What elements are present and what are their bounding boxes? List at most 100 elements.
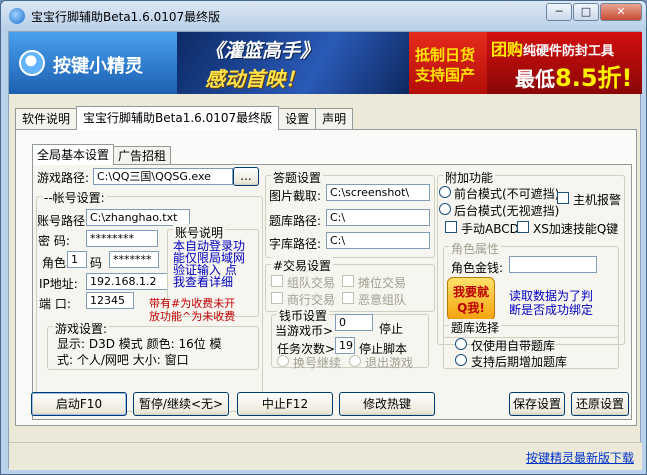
ad3-prefix: 团购 (491, 40, 524, 59)
app-window: 宝宝行脚辅助Beta1.6.0107最终版 ─ □ ✕ 按键小精灵 《灌篮高手》… (0, 0, 647, 475)
font-path-label: 字库路径: (269, 237, 322, 251)
title-bar[interactable]: 宝宝行脚辅助Beta1.6.0107最终版 ─ □ ✕ (1, 1, 646, 31)
stop-label: 停止 (379, 322, 404, 336)
stop-button[interactable]: 中止F12 (237, 392, 333, 416)
checkbox-manual-abcd[interactable] (445, 221, 457, 233)
checkbox-team-trade[interactable] (271, 275, 283, 287)
capture-label: 图片截取: (269, 189, 322, 203)
password-input[interactable]: ******** (86, 230, 158, 247)
bank-path-label: 题库路径: (269, 214, 322, 228)
radio-builtin-bank[interactable] (455, 338, 467, 350)
password-label: 密 码: (38, 234, 70, 248)
role-label: 角色 (42, 256, 67, 270)
font-path-input[interactable]: C:\ (326, 232, 430, 249)
warning-line: 带有#为收费未开 (149, 297, 236, 310)
paid-feature-warning: 带有#为收费未开 放功能^为未收费 (149, 297, 235, 323)
close-button[interactable]: ✕ (600, 3, 642, 21)
game-settings-line2: 式: 个人/网吧 大小: 窗口 (57, 353, 189, 367)
logo[interactable]: 按键小精灵 (9, 32, 177, 94)
checkbox-shop-trade[interactable] (271, 292, 283, 304)
tab-settings[interactable]: 设置 (278, 108, 317, 130)
status-bar: 按键精灵最新版下载 (9, 442, 642, 470)
front-mode-label: 前台模式(不可遮挡) (454, 187, 560, 201)
checkbox-host-alarm[interactable] (557, 192, 569, 204)
tab-ad-rental[interactable]: 广告招租 (113, 146, 172, 165)
code-label: 码 (90, 256, 103, 270)
ad3-price-line: 最低8.5折! (515, 58, 632, 93)
app-icon (9, 8, 25, 24)
ad3-line1: 团购纯硬件防封工具 (491, 36, 614, 60)
browse-button[interactable]: ... (233, 167, 259, 186)
shop-trade-label: 商行交易 (287, 293, 336, 307)
role-gold-input[interactable] (509, 256, 597, 273)
account-note-line: 我查看详细 (173, 275, 234, 289)
ad-group-buy[interactable]: 团购纯硬件防封工具 最低8.5折! (487, 32, 642, 94)
maximize-button[interactable]: □ (573, 3, 599, 21)
answer-settings-title: 答题设置 (271, 169, 324, 186)
host-alarm-label: 主机报警 (573, 193, 622, 207)
capture-input[interactable]: C:\screenshot\ (326, 184, 430, 201)
switch-account-label: 换号继续 (293, 356, 342, 370)
malicious-team-label: 恶意组队 (358, 293, 407, 307)
tab-statement[interactable]: 声明 (315, 108, 354, 130)
team-trade-label: 组队交易 (287, 276, 336, 290)
download-link[interactable]: 按键精灵最新版下载 (526, 449, 634, 466)
question-bank-title: 题库选择 (449, 319, 502, 336)
window-title: 宝宝行脚辅助Beta1.6.0107最终版 (31, 10, 221, 24)
game-settings-line1: 显示: D3D 模式 颜色: 16位 模 (57, 337, 222, 351)
pause-button[interactable]: 暂停/继续<无> (133, 392, 229, 416)
role-input[interactable]: 1 (67, 251, 87, 268)
game-path-label: 游戏路径: (37, 171, 90, 185)
ad2-line1: 抵制日货 (415, 46, 476, 64)
bank-path-input[interactable]: C:\ (326, 209, 430, 226)
task-count-input[interactable]: 19 (335, 337, 355, 354)
stall-trade-label: 摊位交易 (358, 276, 407, 290)
hotkey-button[interactable]: 修改热键 (339, 392, 435, 416)
restore-settings-button[interactable]: 还原设置 (571, 392, 629, 416)
ad3-price-prefix: 最低 (515, 67, 555, 91)
late-add-bank-label: 支持后期增加题库 (471, 355, 568, 369)
ad-slam-dunk[interactable]: 《灌篮高手》 感动首映！ (177, 32, 409, 94)
main-tabs: 软件说明 宝宝行脚辅助Beta1.6.0107最终版 设置 声明 (15, 106, 354, 130)
account-group-title: --帐号设置: (42, 189, 107, 206)
checkbox-malicious-team[interactable] (342, 292, 354, 304)
back-mode-label: 后台模式(无视遮挡) (454, 204, 560, 218)
warning-line: 放功能^为未收费 (149, 310, 236, 323)
start-button[interactable]: 启动F10 (31, 392, 127, 416)
logo-icon (19, 50, 45, 76)
checkbox-stall-trade[interactable] (342, 275, 354, 287)
current-money-label: 当游戏币> (275, 324, 334, 338)
radio-back-mode[interactable] (439, 203, 451, 215)
ip-input[interactable]: 192.168.1.2 (86, 273, 168, 290)
port-input[interactable]: 12345 (86, 292, 134, 309)
ip-label: IP地址: (39, 277, 78, 291)
radio-late-add-bank[interactable] (455, 354, 467, 366)
inner-tabs: 全局基本设置 广告招租 (32, 144, 172, 166)
radio-switch-account[interactable] (277, 355, 289, 367)
minimize-button[interactable]: ─ (546, 3, 572, 21)
ad1-title: 《灌篮高手》 (205, 40, 320, 62)
tab-global-settings[interactable]: 全局基本设置 (32, 144, 115, 165)
account-path-label: 账号路径 (37, 214, 86, 228)
code-input[interactable]: ******* (109, 251, 159, 268)
ad3-price: 8.5折! (555, 64, 633, 92)
extra-features-title: 附加功能 (443, 169, 496, 186)
radio-front-mode[interactable] (439, 186, 451, 198)
save-settings-button[interactable]: 保存设置 (509, 392, 565, 416)
tab-main[interactable]: 宝宝行脚辅助Beta1.6.0107最终版 (76, 106, 280, 130)
checkbox-xs-accel[interactable] (517, 221, 529, 233)
ad1-subtitle: 感动首映！ (205, 67, 305, 91)
ad2-line2: 支持国产 (415, 66, 476, 84)
trade-settings-title: #交易设置 (271, 257, 334, 274)
radio-exit-game[interactable] (349, 355, 361, 367)
game-path-input[interactable]: C:\QQ三国\QQSG.exe (93, 168, 233, 185)
client-area: 按键小精灵 《灌篮高手》 感动首映！ 抵制日货 支持国产 团购纯硬件防封工具 最… (8, 31, 642, 470)
qq-contact-badge[interactable]: 我要就Q我! (447, 277, 495, 321)
manual-abcd-label: 手动ABCD (461, 222, 519, 236)
role-gold-label: 角色金钱: (451, 261, 504, 275)
tab-software-info[interactable]: 软件说明 (15, 108, 78, 130)
account-note-text[interactable]: 本自动登录功 能仅限局域网 验证输入 点 我查看详细 (173, 240, 245, 288)
current-money-input[interactable]: 0 (335, 314, 373, 331)
ad-boycott[interactable]: 抵制日货 支持国产 (409, 32, 487, 94)
window-controls: ─ □ ✕ (545, 3, 642, 21)
